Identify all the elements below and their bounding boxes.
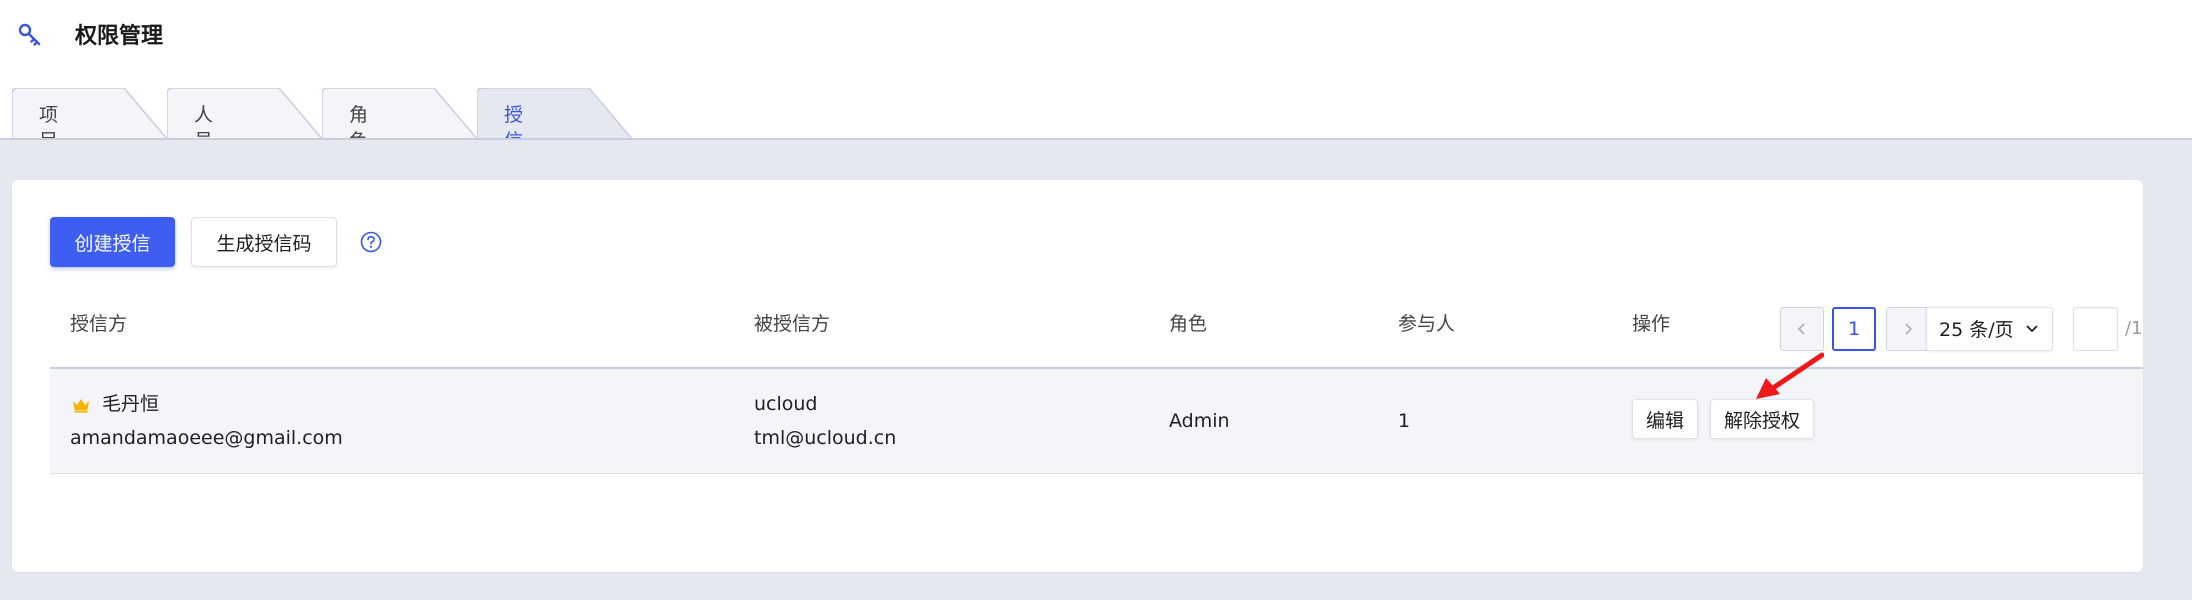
page-title: 权限管理 <box>75 24 164 49</box>
role-value: Admin <box>1169 410 1230 432</box>
grantor-email: amandamaoeee@gmail.com <box>70 427 343 449</box>
total-pages: /1 <box>2125 318 2143 339</box>
column-header-role: 角色 <box>1169 313 1208 335</box>
column-header-participants: 参与人 <box>1398 313 1456 335</box>
prev-page-button[interactable] <box>1780 307 1824 351</box>
column-header-actions: 操作 <box>1632 313 1671 335</box>
column-header-grantee: 被授信方 <box>754 313 831 335</box>
grantor-name: 毛丹恒 <box>102 393 160 415</box>
page-size-select[interactable]: 25 条/页 <box>1926 307 2053 351</box>
participants-value: 1 <box>1398 410 1411 432</box>
revoke-authorization-button[interactable]: 解除授权 <box>1710 399 1814 439</box>
grantee-email: tml@ucloud.cn <box>754 427 897 449</box>
crown-icon <box>73 399 89 413</box>
tab-bar: 项目管理 人员管理 角色管理 授信管理 <box>0 88 2192 204</box>
create-credit-button[interactable]: 创建授信 <box>50 217 175 267</box>
grantee-name: ucloud <box>754 393 818 415</box>
chevron-left-icon <box>1797 323 1805 335</box>
next-page-button[interactable] <box>1886 307 1930 351</box>
table-row: 毛丹恒 amandamaoeee@gmail.com ucloud tml@uc… <box>50 369 2143 474</box>
column-header-grantor: 授信方 <box>70 313 128 335</box>
page-size-value: 25 条/页 <box>1939 319 2014 341</box>
page-1-button[interactable]: 1 <box>1832 307 1876 351</box>
key-icon <box>18 23 41 46</box>
generate-credit-code-button[interactable]: 生成授信码 <box>191 217 337 267</box>
edit-button[interactable]: 编辑 <box>1632 399 1698 439</box>
page-header: 权限管理 <box>0 0 2192 80</box>
page-jump-input[interactable] <box>2073 307 2118 351</box>
chevron-down-icon <box>2026 325 2038 333</box>
question-circle-icon[interactable] <box>360 231 382 253</box>
chevron-right-icon <box>1905 323 1913 335</box>
annotation-arrow-icon <box>1756 352 1824 399</box>
table-header: 授信方 被授信方 角色 参与人 操作 <box>50 297 2143 351</box>
